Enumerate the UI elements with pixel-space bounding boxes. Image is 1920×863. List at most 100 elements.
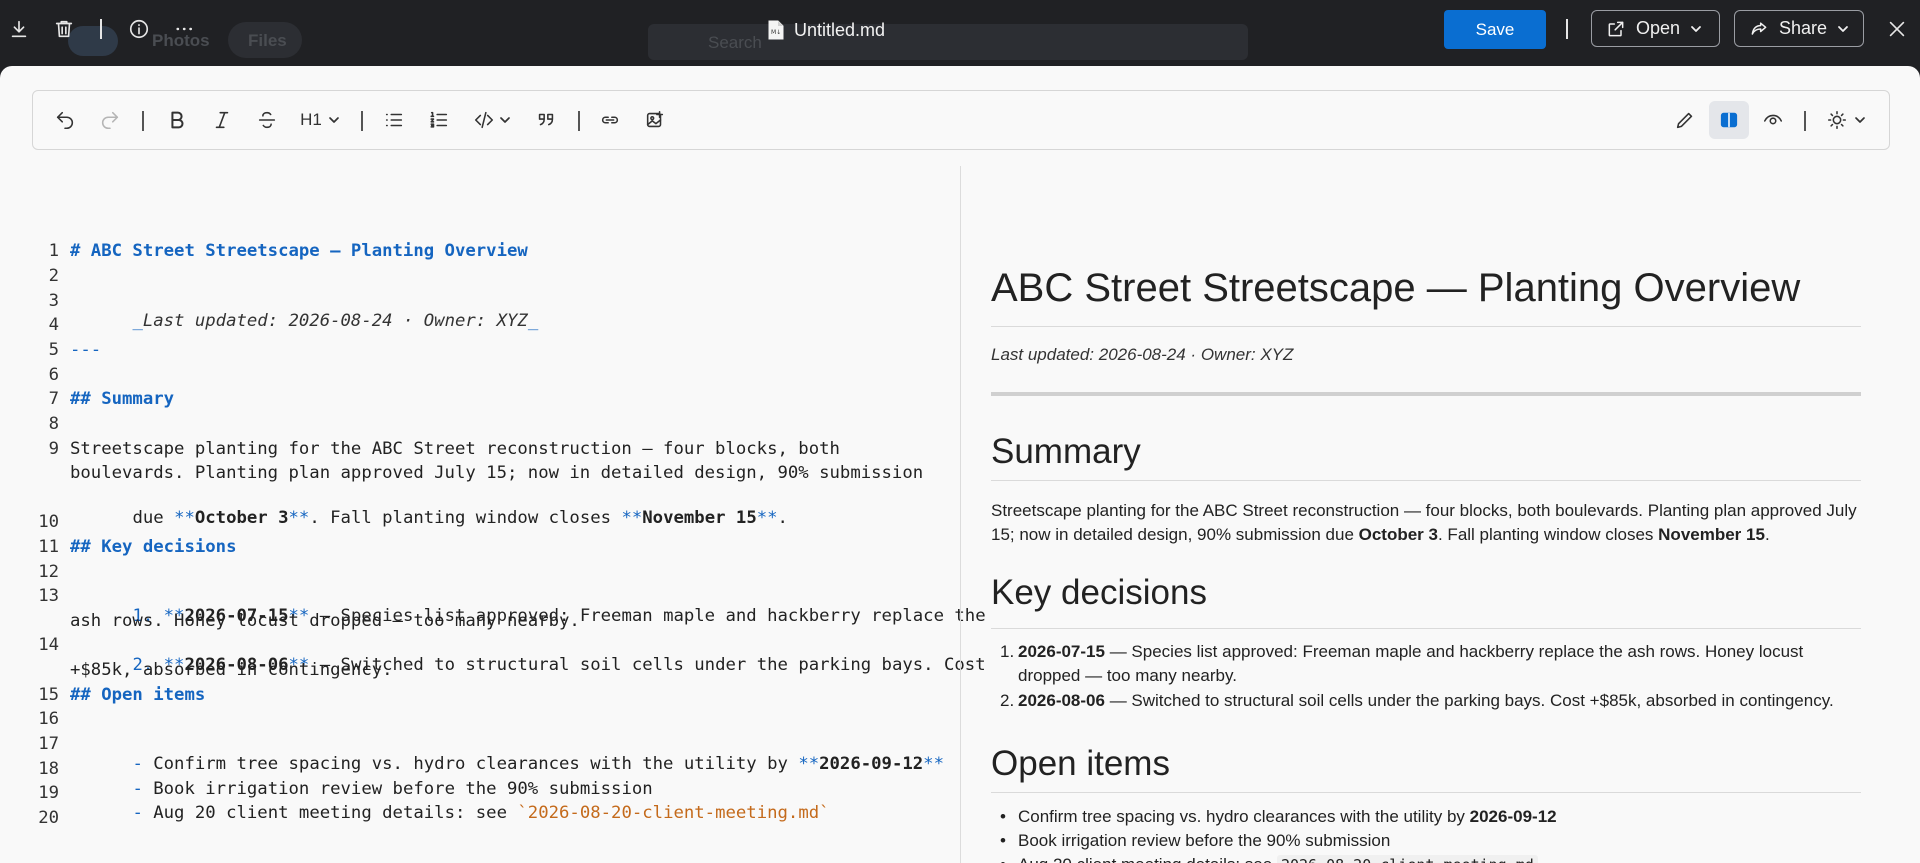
- md-token: **: [798, 754, 820, 774]
- ghost-search-text: Search: [708, 33, 762, 52]
- chevron-down-icon: [329, 117, 339, 123]
- line-number: 1: [48, 241, 59, 261]
- more-icon[interactable]: [169, 14, 199, 44]
- line-number: 16: [38, 709, 59, 729]
- bullet-list-icon[interactable]: [380, 106, 408, 134]
- heading-dropdown[interactable]: H1: [296, 106, 344, 134]
- open-item-text: Aug 20 client meeting details: see: [1018, 855, 1277, 863]
- insert-image-icon[interactable]: [641, 106, 669, 134]
- edit-mode-icon[interactable]: [1671, 106, 1699, 134]
- list-marker: 1.: [1000, 642, 1015, 661]
- md-text: . Fall planting window closes: [309, 508, 622, 528]
- bold-icon[interactable]: [163, 106, 191, 134]
- close-icon[interactable]: [1882, 14, 1912, 44]
- md-text: — Switched to structural soil cells unde…: [309, 655, 986, 675]
- preview-title: ABC Street Streetscape — Planting Overvi…: [991, 266, 1801, 310]
- document-title: M↓ Untitled.md: [768, 16, 885, 44]
- italic-icon[interactable]: [208, 106, 236, 134]
- heading-underline: [991, 628, 1861, 629]
- theme-dropdown[interactable]: [1821, 106, 1871, 134]
- heading-dropdown-label: H1: [300, 110, 322, 129]
- save-button[interactable]: Save: [1444, 10, 1546, 49]
- download-icon[interactable]: [4, 14, 34, 44]
- open-external-icon: [1608, 21, 1624, 36]
- line-number: 4: [48, 315, 59, 335]
- line-number: 6: [48, 365, 59, 385]
- heading-underline: [991, 326, 1861, 327]
- md-token: -: [132, 803, 154, 823]
- quote-icon[interactable]: [532, 106, 560, 134]
- decision-text: — Species list approved: Freeman maple a…: [1018, 642, 1804, 685]
- info-icon[interactable]: [124, 14, 154, 44]
- chevron-down-icon: [500, 117, 510, 123]
- trash-icon[interactable]: [49, 14, 79, 44]
- summary-bold: October 3: [1358, 525, 1438, 544]
- line-number: 5: [48, 340, 59, 360]
- pane-divider[interactable]: [960, 166, 961, 863]
- toolbar-divider: [1804, 111, 1806, 131]
- md-token: _: [527, 311, 539, 331]
- md-line-h2-open: ## Open items: [70, 685, 206, 705]
- line-number: 19: [38, 783, 59, 803]
- decision-date: 2026-07-15: [1018, 642, 1105, 661]
- title-bar: Photos Files Search M↓ Untitled.md Save …: [0, 0, 1920, 66]
- toolbar-divider: [578, 111, 580, 131]
- md-line-h2-summary: ## Summary: [70, 389, 175, 409]
- md-token: **: [288, 508, 310, 528]
- markdown-file-icon: M↓: [768, 20, 784, 40]
- decision-date: 2026-08-06: [1018, 691, 1105, 710]
- list-marker: 2.: [1000, 691, 1015, 710]
- md-line-h1: # ABC Street Streetscape — Planting Over…: [70, 241, 528, 261]
- line-number: 7: [48, 389, 59, 409]
- chevron-down-icon: [1855, 117, 1865, 123]
- redo-icon[interactable]: [96, 106, 124, 134]
- md-bold: November 15: [642, 508, 757, 528]
- undo-icon[interactable]: [51, 106, 79, 134]
- svg-text:M↓: M↓: [771, 29, 781, 36]
- preview-open-heading: Open items: [991, 744, 1170, 783]
- title-bar-divider: [1566, 19, 1568, 39]
- numbered-list-icon[interactable]: [425, 106, 453, 134]
- open-button[interactable]: Open: [1591, 10, 1720, 47]
- line-number: 13: [38, 586, 59, 606]
- ghost-files-tab: Files: [248, 31, 287, 50]
- md-token: **: [923, 754, 944, 774]
- md-text: Aug 20 client meeting details: see: [153, 803, 518, 823]
- md-text: Last updated: 2026-08-24 · Owner: XYZ: [142, 311, 528, 331]
- open-item-code[interactable]: 2026-08-20-client-meeting.md: [1276, 855, 1538, 863]
- line-number: 17: [38, 734, 59, 754]
- strikethrough-icon[interactable]: [253, 106, 281, 134]
- preview-summary-heading: Summary: [991, 432, 1141, 471]
- code-dropdown[interactable]: [470, 106, 514, 134]
- split-view-icon[interactable]: [1709, 101, 1749, 139]
- md-text: .: [777, 508, 788, 528]
- markdown-editor[interactable]: 1 2 3 4 5 6 7 8 9 10 11 12 13 14 15 16 1…: [0, 174, 985, 863]
- formatting-toolbar: H1: [32, 90, 1890, 150]
- share-button[interactable]: Share: [1734, 10, 1864, 47]
- md-line-summary-2: boulevards. Planting plan approved July …: [70, 463, 924, 483]
- md-bold: October 3: [194, 508, 289, 528]
- link-icon[interactable]: [596, 106, 624, 134]
- editor-card: H1 1 2 3 4 5 6 7 8 9 10 11 12 13 14 15 1…: [0, 66, 1920, 863]
- md-text: due: [132, 508, 175, 528]
- chevron-down-icon: [1691, 25, 1701, 32]
- decision-text: — Switched to structural soil cells unde…: [1104, 691, 1834, 710]
- preview-mode-icon[interactable]: [1759, 106, 1787, 134]
- line-number: 3: [48, 291, 59, 311]
- bullet-icon: •: [1000, 831, 1006, 850]
- md-token: **: [174, 508, 195, 528]
- code-icon: [474, 111, 494, 129]
- open-item-text: Book irrigation review before the 90% su…: [1018, 831, 1391, 850]
- sun-icon: [1827, 110, 1847, 130]
- preview-summary-text: Streetscape planting for the ABC Street …: [991, 499, 1861, 547]
- preview-meta: Last updated: 2026-08-24 · Owner: XYZ: [991, 345, 1294, 364]
- toolbar-divider: [100, 19, 102, 39]
- line-number: 10: [38, 512, 59, 532]
- share-button-label: Share: [1778, 18, 1828, 38]
- document-title-text: Untitled.md: [794, 19, 886, 40]
- md-token: **: [621, 508, 643, 528]
- md-line-summary-1: Streetscape planting for the ABC Street …: [70, 439, 840, 459]
- open-item-date: 2026-09-12: [1469, 807, 1557, 826]
- md-token: **: [756, 508, 778, 528]
- md-inline-code: `2026-08-20-client-meeting.md`: [517, 803, 830, 823]
